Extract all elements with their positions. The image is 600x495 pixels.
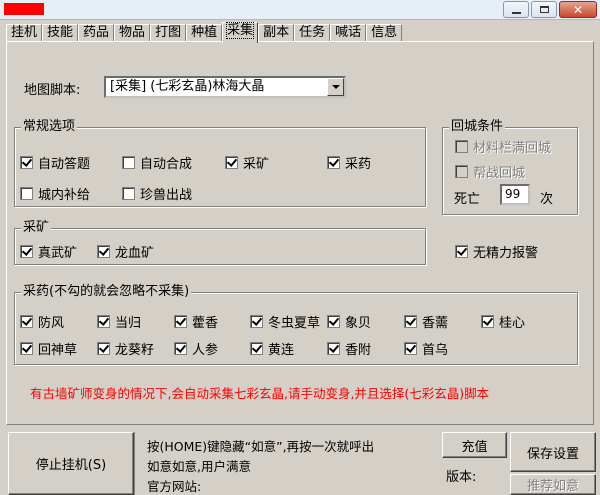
- checkbox-icon: [327, 156, 340, 169]
- close-icon: ✕: [572, 2, 584, 17]
- herb-xiangru-checkbox[interactable]: 香薷: [404, 312, 448, 331]
- tab-planting[interactable]: 种植: [186, 24, 223, 42]
- map-script-select[interactable]: [采集] (七彩玄晶)林海大晶: [104, 76, 346, 98]
- tab-items[interactable]: 物品: [114, 24, 151, 42]
- checkbox-icon: [327, 342, 340, 355]
- auto-compose-checkbox[interactable]: 自动合成: [122, 153, 192, 172]
- tab-bar: 挂机 技能 药品 物品 打图 种植 采集 副本 任务 喊话 信息: [6, 22, 403, 43]
- death-count-input[interactable]: 99: [500, 184, 530, 205]
- checkbox-icon: [20, 187, 33, 200]
- tab-skills[interactable]: 技能: [42, 24, 79, 42]
- bag-full-checkbox[interactable]: 材料栏满回城: [455, 137, 551, 156]
- tab-dungeon[interactable]: 副本: [258, 24, 295, 42]
- info-panel: 按(HOME)键隐藏“如意”,再按一次就呼出 如意如意,用户满意 官方网站:: [134, 432, 440, 495]
- maximize-icon: [539, 6, 549, 13]
- minimize-button[interactable]: [503, 1, 529, 18]
- herb-xiangfu-checkbox[interactable]: 香附: [327, 339, 371, 358]
- tab-gathering[interactable]: 采集: [222, 22, 259, 43]
- checkbox-icon: [20, 156, 33, 169]
- tab-map-fight[interactable]: 打图: [150, 24, 187, 42]
- mining-checkbox[interactable]: 采矿: [225, 153, 269, 172]
- tab-info[interactable]: 信息: [366, 24, 403, 42]
- herb-fangfeng-checkbox[interactable]: 防风: [20, 312, 64, 331]
- app-logo: [4, 3, 44, 15]
- checkbox-icon: [327, 315, 340, 328]
- checkbox-icon: [455, 165, 468, 178]
- checkbox-icon: [97, 245, 110, 258]
- herb-guixin-checkbox[interactable]: 桂心: [481, 312, 525, 331]
- checkbox-icon: [455, 245, 468, 258]
- tab-quests[interactable]: 任务: [294, 24, 331, 42]
- title-bar: ✕: [0, 0, 600, 20]
- herb-huanglian-checkbox[interactable]: 黄连: [250, 339, 294, 358]
- notice-text: 有古墙矿师变身的情况下,会自动采集七彩玄晶,请手动变身,并且选择(七彩玄晶)脚本: [30, 386, 490, 401]
- auto-answer-checkbox[interactable]: 自动答题: [20, 153, 90, 172]
- checkbox-icon: [97, 342, 110, 355]
- checkbox-icon: [20, 245, 33, 258]
- checkbox-icon: [174, 315, 187, 328]
- death-label: 死亡: [454, 192, 481, 207]
- hotkey-hint: 按(HOME)键隐藏“如意”,再按一次就呼出: [147, 439, 375, 454]
- herb-checkbox[interactable]: 采药: [327, 153, 371, 172]
- map-script-value: [采集] (七彩玄晶)林海大晶: [110, 79, 265, 94]
- mine-item-zhenwu-checkbox[interactable]: 真武矿: [20, 242, 77, 261]
- no-energy-alert-checkbox[interactable]: 无精力报警: [455, 242, 538, 261]
- herb-renshen-checkbox[interactable]: 人参: [174, 339, 218, 358]
- checkbox-icon: [455, 140, 468, 153]
- checkbox-icon: [20, 315, 33, 328]
- checkbox-icon: [404, 315, 417, 328]
- recommend-button[interactable]: 推荐如意: [510, 474, 596, 495]
- mine-title: 采矿: [21, 220, 52, 235]
- checkbox-icon: [174, 342, 187, 355]
- checkbox-icon: [481, 315, 494, 328]
- checkbox-icon: [122, 187, 135, 200]
- general-options-title: 常规选项: [21, 119, 78, 134]
- herb-huoxiang-checkbox[interactable]: 藿香: [174, 312, 218, 331]
- chevron-down-icon[interactable]: [327, 78, 344, 96]
- herb-longkuizi-checkbox[interactable]: 龙葵籽: [97, 339, 154, 358]
- website-label: 官方网站:: [147, 479, 202, 494]
- tab-hangup[interactable]: 挂机: [6, 24, 43, 42]
- checkbox-icon: [250, 342, 263, 355]
- mine-item-longxue-checkbox[interactable]: 龙血矿: [97, 242, 154, 261]
- herb-danggui-checkbox[interactable]: 当归: [97, 312, 141, 331]
- tab-shout[interactable]: 喊话: [330, 24, 367, 42]
- slogan-text: 如意如意,用户满意: [147, 459, 251, 474]
- pet-fight-checkbox[interactable]: 珍兽出战: [122, 184, 192, 203]
- version-label: 版本:: [446, 470, 477, 485]
- save-settings-button[interactable]: 保存设置: [510, 432, 596, 472]
- return-city-title: 回城条件: [449, 119, 506, 134]
- checkbox-icon: [97, 315, 110, 328]
- herb-huishencao-checkbox[interactable]: 回神草: [20, 339, 77, 358]
- close-button[interactable]: ✕: [559, 1, 597, 18]
- checkbox-icon: [20, 342, 33, 355]
- death-unit-label: 次: [540, 192, 554, 207]
- maximize-button[interactable]: [531, 1, 557, 18]
- checkbox-icon: [122, 156, 135, 169]
- herb-dongchong-checkbox[interactable]: 冬虫夏草: [250, 312, 320, 331]
- herb-shouwu-checkbox[interactable]: 首乌: [404, 339, 448, 358]
- map-script-label: 地图脚本:: [24, 83, 81, 98]
- checkbox-icon: [225, 156, 238, 169]
- herb-xiangbei-checkbox[interactable]: 象贝: [327, 312, 371, 331]
- checkbox-icon: [404, 342, 417, 355]
- city-supply-checkbox[interactable]: 城内补给: [20, 184, 90, 203]
- minimize-icon: [511, 11, 521, 14]
- herbs-title: 采药(不勾的就会忽略不采集): [21, 284, 192, 299]
- stop-hangup-button[interactable]: 停止挂机(S): [8, 432, 134, 495]
- tab-potions[interactable]: 药品: [78, 24, 115, 42]
- help-fight-checkbox[interactable]: 帮战回城: [455, 162, 525, 181]
- recharge-button[interactable]: 充值: [442, 432, 507, 458]
- checkbox-icon: [250, 315, 263, 328]
